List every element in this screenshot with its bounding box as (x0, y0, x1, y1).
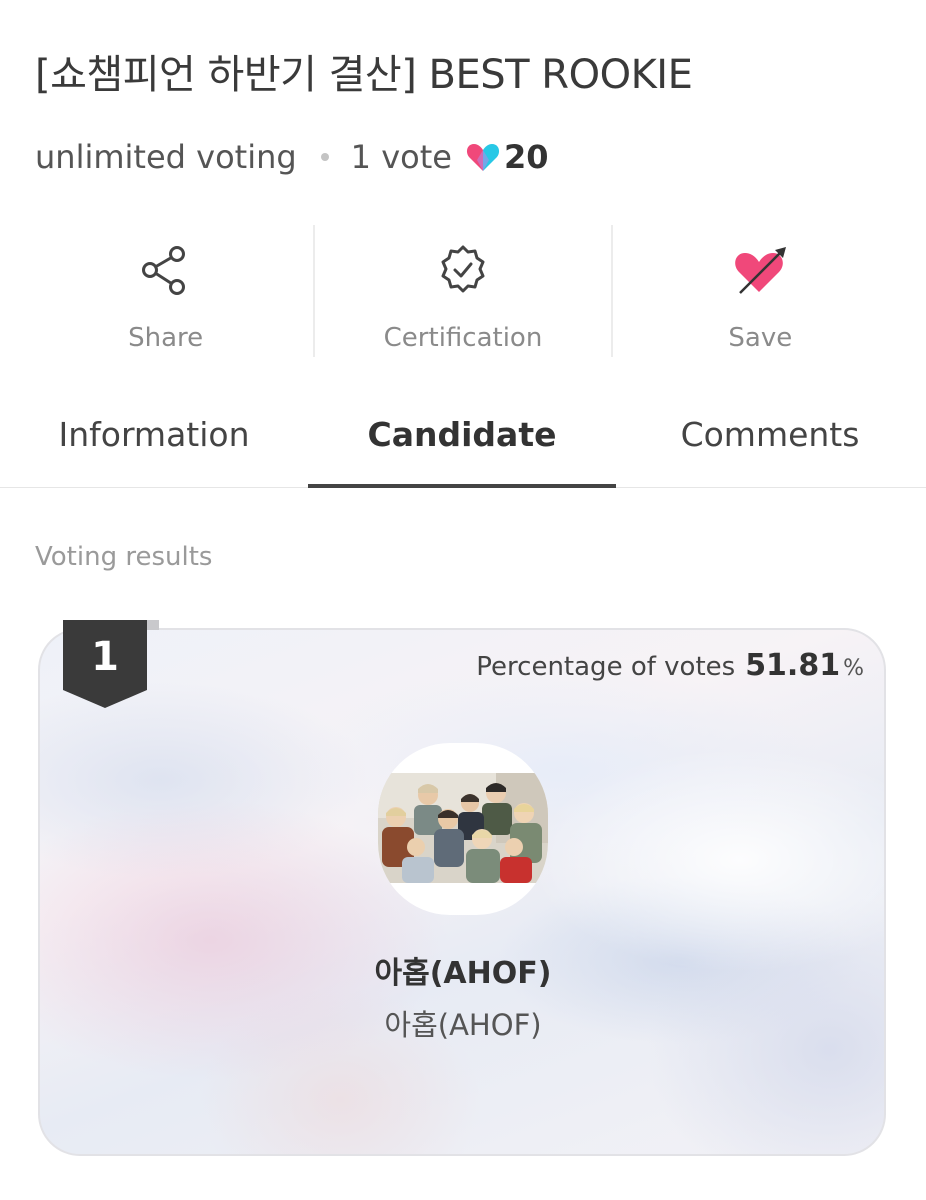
certification-label: Certification (383, 323, 543, 353)
heart-arrow-icon (735, 247, 787, 294)
share-button[interactable]: Share (18, 225, 313, 357)
percentage-unit: % (843, 656, 864, 681)
percentage-value: 51.81 (745, 648, 841, 683)
candidate-name: 아홉(AHOF) (374, 956, 552, 991)
candidate-subtitle: 아홉(AHOF) (384, 1008, 542, 1042)
candidate-group-photo (378, 773, 548, 883)
certification-button[interactable]: Certification (313, 225, 610, 357)
percentage-label: Percentage of votes (476, 652, 736, 682)
action-bar: Share Certification Save (18, 225, 908, 357)
vote-meta: unlimited voting 1 vote 20 (35, 134, 548, 180)
candidate-photo-frame (378, 743, 548, 915)
heart-gem-icon (466, 144, 499, 171)
share-icon (141, 246, 185, 295)
certification-badge-icon (441, 245, 485, 293)
save-label: Save (728, 323, 793, 353)
separator-dot (320, 153, 329, 161)
save-button[interactable]: Save (610, 225, 908, 357)
tab-information[interactable]: Information (0, 395, 308, 487)
vote-percentage: Percentage of votes 51.81% (476, 648, 864, 683)
heart-count: 20 (503, 138, 549, 176)
voting-results-heading: Voting results (35, 542, 213, 572)
rank-number: 1 (91, 634, 119, 680)
share-label: Share (128, 323, 204, 353)
vote-detail-page: [쇼챔피언 하반기 결산] BEST ROOKIE unlimited voti… (0, 0, 926, 1200)
tab-candidate[interactable]: Candidate (308, 395, 616, 488)
rank-badge: 1 (63, 620, 159, 708)
page-title: [쇼챔피언 하반기 결산] BEST ROOKIE (35, 52, 693, 98)
tab-comments[interactable]: Comments (616, 395, 924, 487)
voting-type-label: unlimited voting (35, 138, 297, 176)
vote-cost-label: 1 vote (350, 138, 452, 176)
tab-bar: Information Candidate Comments (0, 395, 926, 488)
